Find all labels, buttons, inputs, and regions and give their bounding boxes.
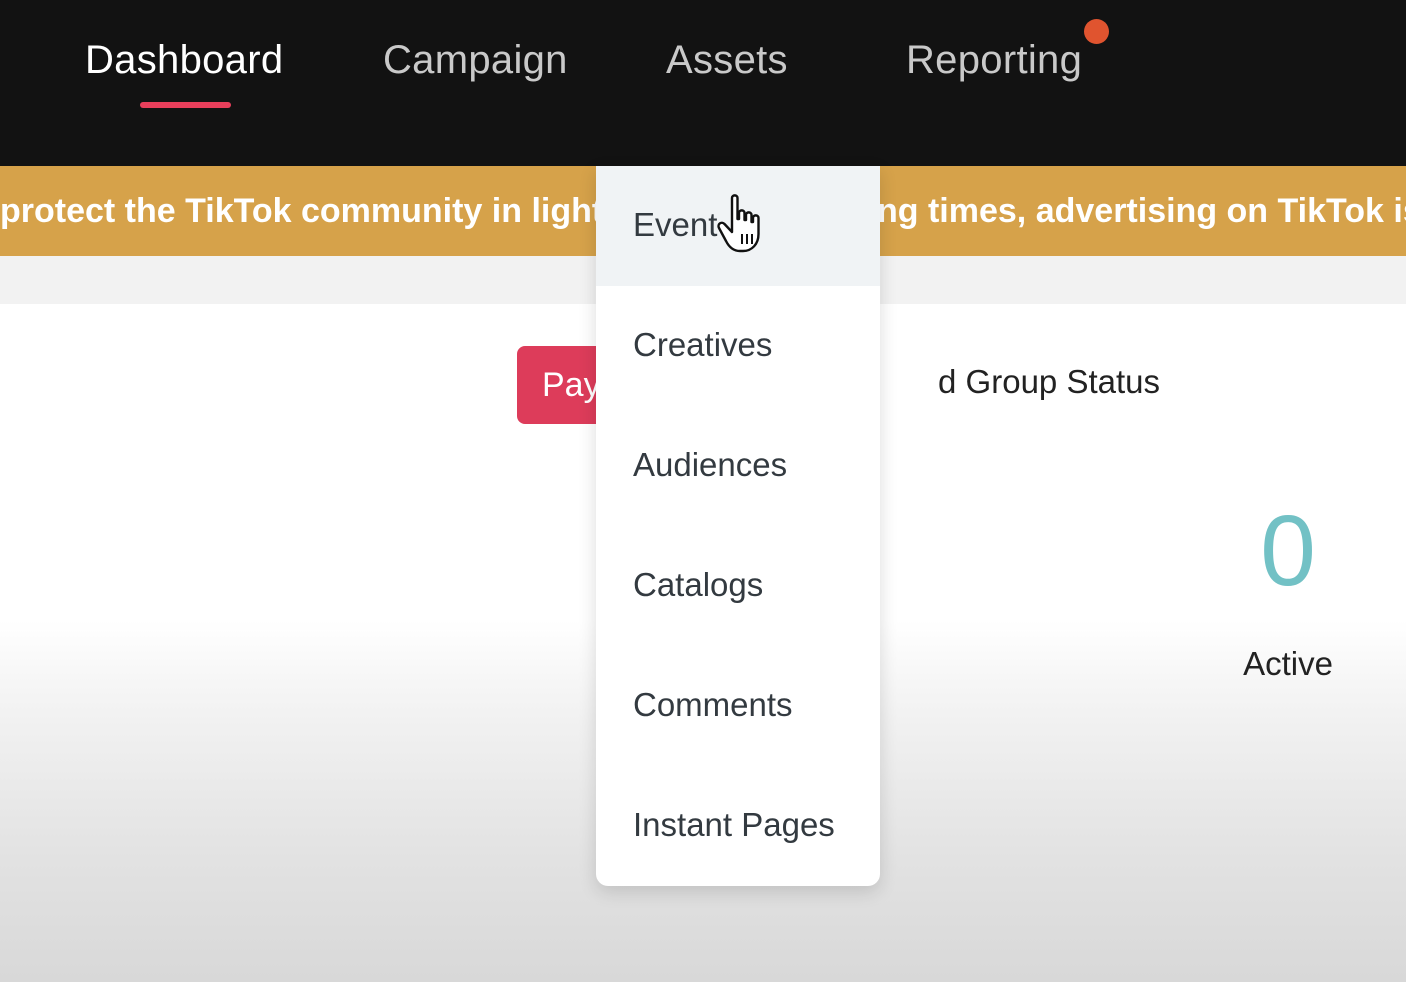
nav-tab-dashboard[interactable]: Dashboard [85, 36, 283, 84]
menu-item-label: Audiences [633, 446, 788, 483]
notification-dot [1084, 19, 1109, 44]
menu-item-comments[interactable]: Comments [596, 646, 880, 766]
menu-item-label: Creatives [633, 326, 773, 363]
menu-item-label: Comments [633, 686, 793, 723]
menu-item-label: Event [633, 206, 718, 243]
nav-tab-reporting[interactable]: Reporting [906, 36, 1082, 84]
menu-item-label: Catalogs [633, 566, 764, 603]
menu-item-audiences[interactable]: Audiences [596, 406, 880, 526]
active-count: 0 [1260, 495, 1316, 607]
active-label: Active [1243, 645, 1333, 682]
menu-item-creatives[interactable]: Creatives [596, 286, 880, 406]
assets-dropdown-menu: Event Creatives Audiences Catalogs Comme… [596, 166, 880, 886]
banner-text-left: protect the TikTok community in light o [0, 192, 634, 230]
nav-tab-assets[interactable]: Assets [666, 36, 788, 84]
hand-pointer-icon [717, 194, 760, 253]
active-tab-indicator [140, 102, 231, 108]
menu-item-label: Instant Pages [633, 806, 835, 843]
nav-tab-campaign[interactable]: Campaign [383, 36, 568, 84]
banner-text-right: ng times, advertising on TikTok is c [877, 192, 1406, 230]
menu-item-instant-pages[interactable]: Instant Pages [596, 766, 880, 886]
menu-item-catalogs[interactable]: Catalogs [596, 526, 880, 646]
top-nav: Dashboard Campaign Assets Reporting [0, 0, 1406, 166]
